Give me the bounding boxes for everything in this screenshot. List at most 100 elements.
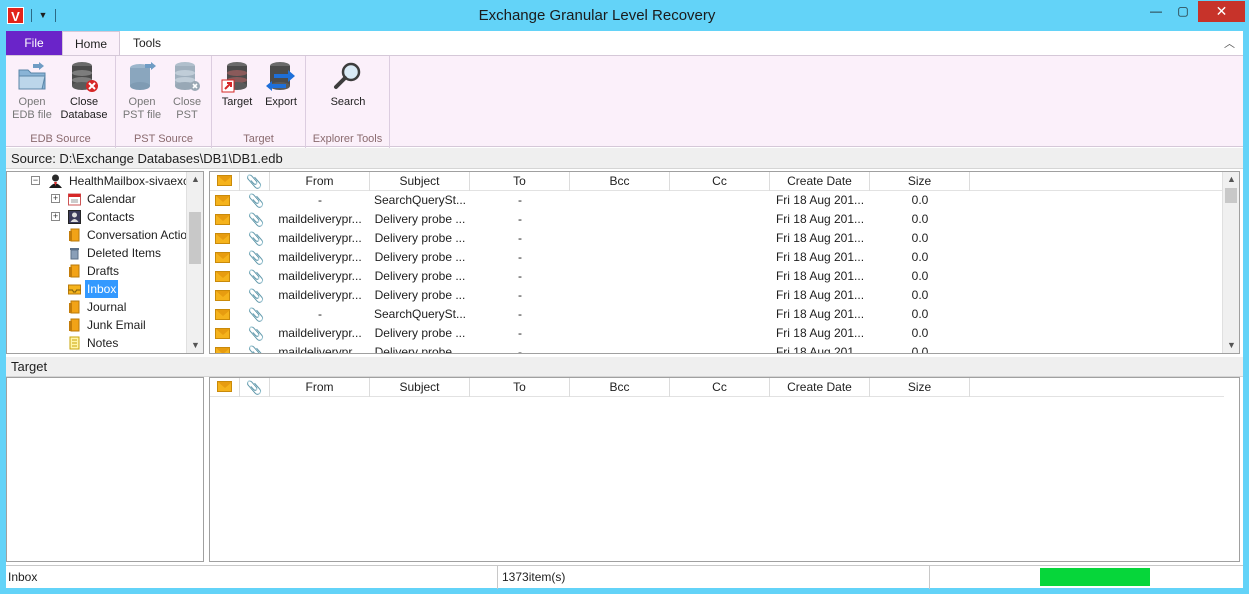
grid-scroll-thumb[interactable] bbox=[1225, 188, 1237, 203]
column-header-size[interactable]: Size bbox=[870, 172, 970, 191]
column-header-create-date[interactable]: Create Date bbox=[770, 172, 870, 191]
target-icon bbox=[220, 60, 254, 94]
collapse-ribbon-icon[interactable]: ︿ bbox=[1224, 35, 1235, 51]
scroll-down-icon[interactable]: ▼ bbox=[1223, 338, 1239, 353]
paperclip-icon: 📎 bbox=[248, 231, 265, 246]
collapse-icon[interactable]: − bbox=[31, 176, 40, 185]
cell-cc bbox=[670, 305, 770, 324]
open-edb-file-button[interactable]: Open EDB file bbox=[10, 60, 54, 122]
target-column-header-bcc[interactable]: Bcc bbox=[570, 378, 670, 397]
envelope-icon bbox=[215, 271, 230, 282]
close-database-label-2: Database bbox=[60, 109, 108, 121]
table-row[interactable]: 📎 maildeliverypr... Delivery probe ... - Fri… bbox=[210, 210, 1224, 229]
close-window-button[interactable]: ✕ bbox=[1198, 1, 1245, 22]
tree-label-calendar: Calendar bbox=[87, 192, 136, 206]
scroll-down-icon[interactable]: ▼ bbox=[187, 338, 203, 353]
scroll-up-icon[interactable]: ▲ bbox=[187, 172, 203, 187]
table-row[interactable]: 📎 maildeliverypr... Delivery probe ... - Fri… bbox=[210, 248, 1224, 267]
column-header-bcc[interactable]: Bcc bbox=[570, 172, 670, 191]
cell-cc bbox=[670, 267, 770, 286]
table-row[interactable]: 📎 maildeliverypr... Delivery probe ... - Fri… bbox=[210, 229, 1224, 248]
tree-label-contacts: Contacts bbox=[87, 210, 135, 224]
cell-bcc bbox=[570, 324, 670, 343]
table-row[interactable]: 📎 maildeliverypr... Delivery probe ... - Fri… bbox=[210, 286, 1224, 305]
cell-bcc bbox=[570, 248, 670, 267]
envelope-icon bbox=[215, 290, 230, 301]
maximize-button[interactable]: ▢ bbox=[1170, 1, 1196, 22]
export-button[interactable]: Export bbox=[260, 60, 302, 109]
target-column-header-from[interactable]: From bbox=[270, 378, 370, 397]
minimize-button[interactable]: — bbox=[1143, 1, 1169, 22]
target-column-header-attachment[interactable]: 📎 bbox=[240, 378, 270, 397]
cell-subject: Delivery probe ... bbox=[374, 345, 466, 354]
target-column-header-subject[interactable]: Subject bbox=[370, 378, 470, 397]
target-column-header-size[interactable]: Size bbox=[870, 378, 970, 397]
cell-subject: Delivery probe ... bbox=[374, 231, 466, 245]
open-pst-file-button[interactable]: Open PST file bbox=[120, 60, 164, 122]
column-header-from[interactable]: From bbox=[270, 172, 370, 191]
table-row[interactable]: 📎 - SearchQuerySt... - Fri 18 Aug 201... 0.0 bbox=[210, 191, 1224, 210]
ribbon-tab-row: File Home Tools ︿ bbox=[0, 31, 1249, 55]
search-button[interactable]: Search bbox=[324, 60, 372, 109]
table-row[interactable]: 📎 maildeliverypr... Delivery probe ... - Fri… bbox=[210, 267, 1224, 286]
expand-icon[interactable]: + bbox=[51, 212, 60, 221]
tab-file[interactable]: File bbox=[6, 31, 62, 55]
target-column-header-create-date[interactable]: Create Date bbox=[770, 378, 870, 397]
inbox-icon bbox=[68, 282, 81, 296]
envelope-icon bbox=[217, 175, 232, 186]
cell-from: maildeliverypr... bbox=[278, 231, 362, 245]
table-row[interactable]: 📎 - SearchQuerySt... - Fri 18 Aug 201... 0.0 bbox=[210, 305, 1224, 324]
tab-tools[interactable]: Tools bbox=[120, 31, 174, 55]
close-database-button[interactable]: Close Database bbox=[57, 60, 111, 122]
column-header-to[interactable]: To bbox=[470, 172, 570, 191]
target-grid[interactable]: 📎 From Subject To Bcc Cc Create Date Siz… bbox=[209, 377, 1240, 562]
grid-scrollbar[interactable]: ▲ ▼ bbox=[1222, 172, 1239, 353]
expand-icon[interactable]: + bbox=[51, 194, 60, 203]
cell-to: - bbox=[518, 231, 522, 245]
scroll-up-icon[interactable]: ▲ bbox=[1223, 172, 1239, 187]
cell-date: Fri 18 Aug 201... bbox=[775, 307, 865, 321]
cell-to: - bbox=[518, 193, 522, 207]
cell-subject: Delivery probe ... bbox=[374, 212, 466, 226]
cell-size: 0.0 bbox=[911, 231, 929, 245]
paperclip-icon: 📎 bbox=[248, 269, 265, 284]
trash-icon bbox=[68, 246, 81, 260]
folder-icon bbox=[68, 228, 81, 242]
cell-size: 0.0 bbox=[911, 212, 929, 226]
cell-from: maildeliverypr... bbox=[278, 288, 362, 302]
cell-subject: Delivery probe ... bbox=[374, 269, 466, 283]
cell-date: Fri 18 Aug 201... bbox=[775, 231, 865, 245]
tree-scrollbar[interactable]: ▲ ▼ bbox=[186, 172, 203, 353]
tree-label-notes: Notes bbox=[87, 336, 119, 350]
cell-bcc bbox=[570, 343, 670, 353]
table-row[interactable]: 📎 maildeliverypr... Delivery probe ... - Fri… bbox=[210, 324, 1224, 343]
target-tree[interactable] bbox=[6, 377, 204, 562]
folder-tree[interactable]: − HealthMailbox-sivaexc + Calendar + Con… bbox=[6, 171, 204, 354]
column-header-cc[interactable]: Cc bbox=[670, 172, 770, 191]
target-column-header-to[interactable]: To bbox=[470, 378, 570, 397]
target-column-header-cc[interactable]: Cc bbox=[670, 378, 770, 397]
ribbon-group-explorer-tools: Search Explorer Tools bbox=[306, 56, 390, 148]
envelope-icon bbox=[215, 195, 230, 206]
close-pst-button[interactable]: Close PST bbox=[166, 60, 208, 122]
cell-date: Fri 18 Aug 201... bbox=[775, 288, 865, 302]
export-label: Export bbox=[265, 96, 297, 108]
cell-cc bbox=[670, 210, 770, 229]
target-button[interactable]: Target bbox=[216, 60, 258, 109]
column-header-subject[interactable]: Subject bbox=[370, 172, 470, 191]
cell-to: - bbox=[518, 307, 522, 321]
column-header-read[interactable] bbox=[210, 172, 240, 191]
table-row[interactable]: 📎 maildeliverypr... Delivery probe ... - Fri… bbox=[210, 343, 1224, 354]
paperclip-icon: 📎 bbox=[248, 288, 265, 303]
target-bar: Target bbox=[6, 357, 1243, 377]
cell-to: - bbox=[518, 250, 522, 264]
cell-date: Fri 18 Aug 201... bbox=[775, 250, 865, 264]
column-header-attachment[interactable]: 📎 bbox=[240, 172, 270, 191]
tab-home[interactable]: Home bbox=[62, 31, 120, 55]
paperclip-icon: 📎 bbox=[248, 193, 265, 208]
tree-scroll-thumb[interactable] bbox=[189, 212, 201, 264]
close-pst-icon bbox=[170, 60, 204, 94]
message-grid[interactable]: 📎 From Subject To Bcc Cc Create Date Siz… bbox=[209, 171, 1240, 354]
close-pst-label-1: Close bbox=[172, 96, 202, 108]
target-column-header-read[interactable] bbox=[210, 378, 240, 397]
